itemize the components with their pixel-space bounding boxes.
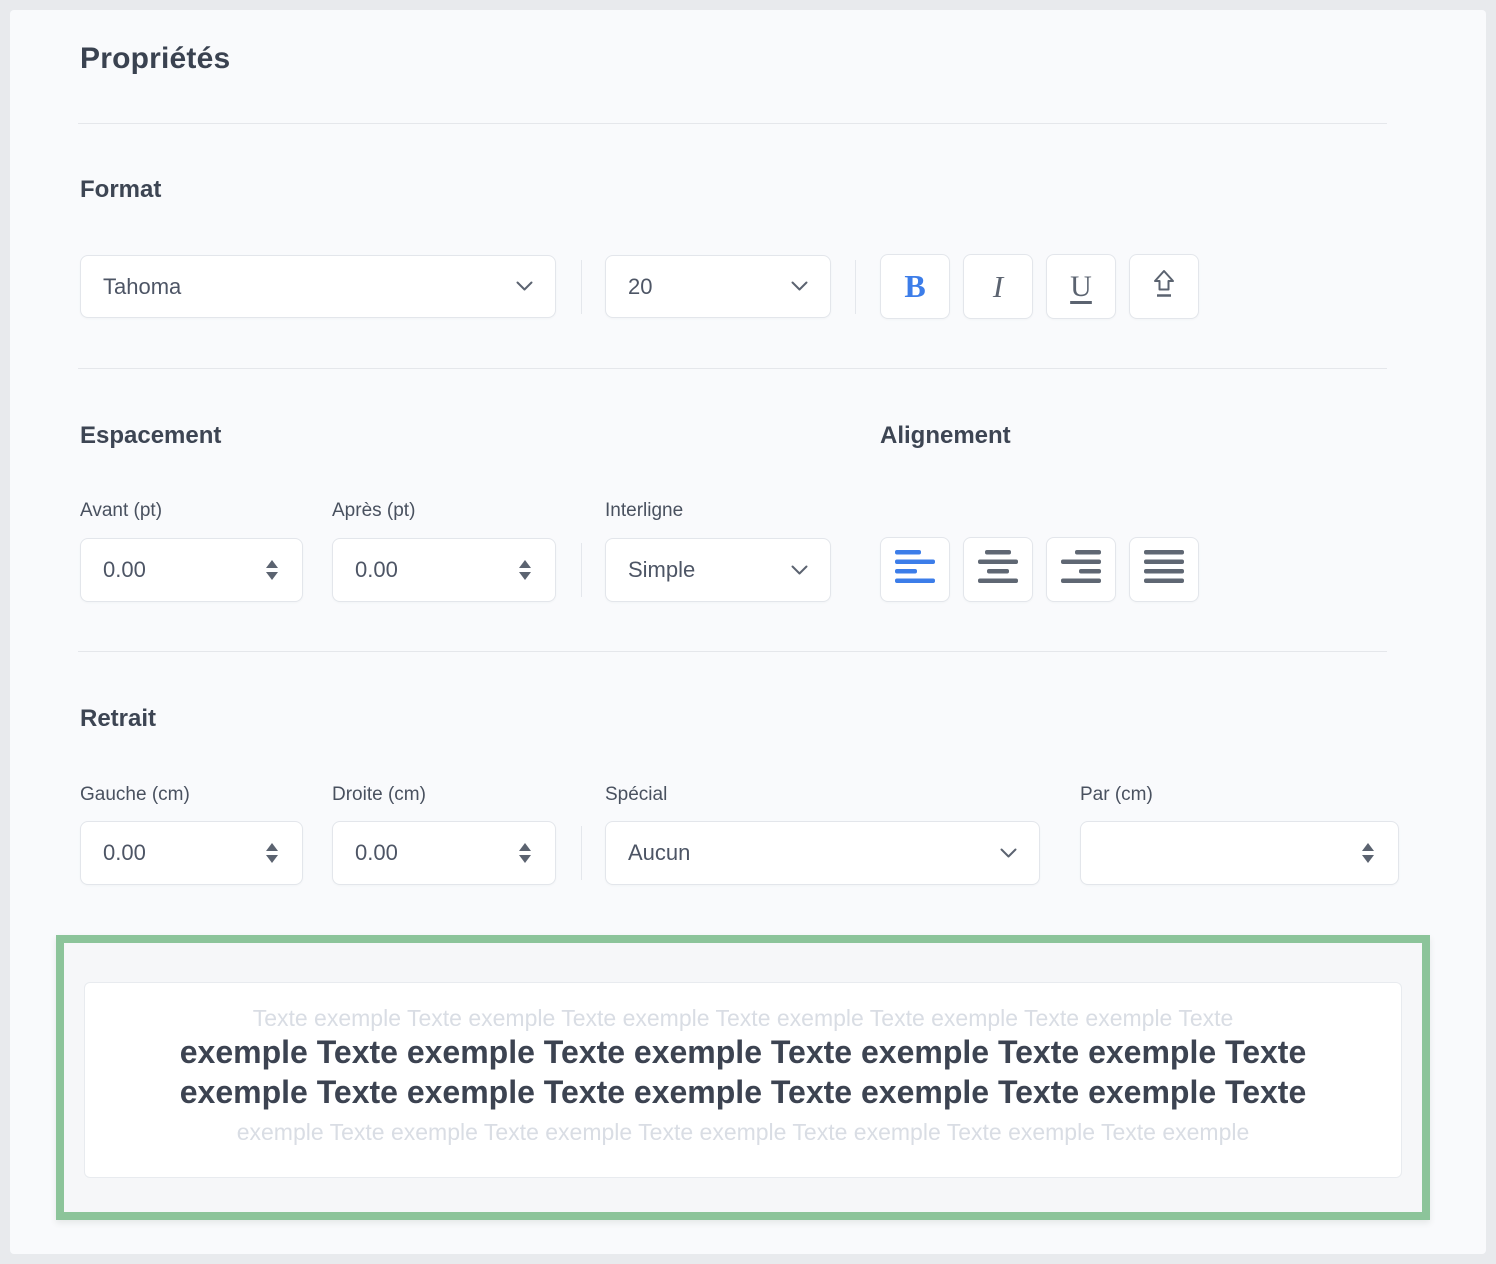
- underline-button[interactable]: U: [1046, 254, 1116, 319]
- avant-label: Avant (pt): [80, 500, 162, 522]
- par-label: Par (cm): [1080, 784, 1153, 806]
- text-preview-card: Texte exemple Texte exemple Texte exempl…: [84, 982, 1402, 1178]
- preview-text-before: Texte exemple Texte exemple Texte exempl…: [85, 1004, 1401, 1032]
- bold-button[interactable]: B: [880, 254, 950, 319]
- apres-value: 0.00: [333, 557, 517, 583]
- properties-dialog: Propriétés Format Tahoma 20 B I U: [0, 0, 1496, 1264]
- chevron-down-icon: [1000, 848, 1017, 859]
- align-left-icon: [893, 549, 937, 590]
- preview-selected-line-1: exemple Texte exemple Texte exemple Text…: [85, 1032, 1401, 1072]
- font-size-value: 20: [606, 274, 791, 300]
- droite-stepper[interactable]: 0.00: [332, 821, 556, 885]
- gauche-label: Gauche (cm): [80, 784, 190, 806]
- par-stepper[interactable]: [1080, 821, 1399, 885]
- preview-selected-line-2: exemple Texte exemple Texte exemple Text…: [85, 1072, 1401, 1112]
- uppercase-arrow-icon: [1150, 269, 1178, 304]
- number-stepper-icon[interactable]: [517, 558, 533, 582]
- font-family-select[interactable]: Tahoma: [80, 255, 556, 318]
- special-select[interactable]: Aucun: [605, 821, 1040, 885]
- apres-label: Après (pt): [332, 500, 415, 522]
- align-justify-button[interactable]: [1129, 537, 1199, 602]
- font-size-select[interactable]: 20: [605, 255, 831, 318]
- gauche-value: 0.00: [81, 840, 264, 866]
- number-stepper-icon[interactable]: [264, 558, 280, 582]
- divider-vertical: [581, 543, 582, 597]
- number-stepper-icon[interactable]: [517, 841, 533, 865]
- font-family-value: Tahoma: [81, 274, 516, 300]
- uppercase-button[interactable]: [1129, 254, 1199, 319]
- align-right-icon: [1059, 549, 1103, 590]
- preview-highlight-frame: Texte exemple Texte exemple Texte exempl…: [56, 935, 1430, 1220]
- underline-icon: U: [1070, 270, 1092, 304]
- align-center-button[interactable]: [963, 537, 1033, 602]
- properties-panel: Propriétés Format Tahoma 20 B I U: [10, 10, 1486, 1254]
- align-left-button[interactable]: [880, 537, 950, 602]
- apres-stepper[interactable]: 0.00: [332, 538, 556, 602]
- special-value: Aucun: [606, 840, 1000, 866]
- divider-vertical: [855, 260, 856, 314]
- divider: [78, 368, 1387, 369]
- alignement-section-heading: Alignement: [880, 422, 1011, 450]
- page-title: Propriétés: [80, 42, 230, 76]
- preview-text-after: exemple Texte exemple Texte exemple Text…: [85, 1118, 1401, 1146]
- divider-vertical: [581, 826, 582, 880]
- italic-icon: I: [993, 269, 1003, 305]
- interligne-value: Simple: [606, 557, 791, 583]
- chevron-down-icon: [791, 281, 808, 292]
- number-stepper-icon[interactable]: [264, 841, 280, 865]
- droite-value: 0.00: [333, 840, 517, 866]
- align-right-button[interactable]: [1046, 537, 1116, 602]
- italic-button[interactable]: I: [963, 254, 1033, 319]
- align-center-icon: [976, 549, 1020, 590]
- avant-value: 0.00: [81, 557, 264, 583]
- align-justify-icon: [1142, 549, 1186, 590]
- number-stepper-icon[interactable]: [1360, 841, 1376, 865]
- special-label: Spécial: [605, 784, 667, 806]
- interligne-select[interactable]: Simple: [605, 538, 831, 602]
- divider-vertical: [581, 260, 582, 314]
- format-section-heading: Format: [80, 176, 161, 204]
- chevron-down-icon: [516, 281, 533, 292]
- divider: [78, 651, 1387, 652]
- chevron-down-icon: [791, 565, 808, 576]
- espacement-section-heading: Espacement: [80, 422, 221, 450]
- bold-icon: B: [904, 268, 925, 305]
- divider: [78, 123, 1387, 124]
- interligne-label: Interligne: [605, 500, 683, 522]
- droite-label: Droite (cm): [332, 784, 426, 806]
- avant-stepper[interactable]: 0.00: [80, 538, 303, 602]
- gauche-stepper[interactable]: 0.00: [80, 821, 303, 885]
- retrait-section-heading: Retrait: [80, 705, 156, 733]
